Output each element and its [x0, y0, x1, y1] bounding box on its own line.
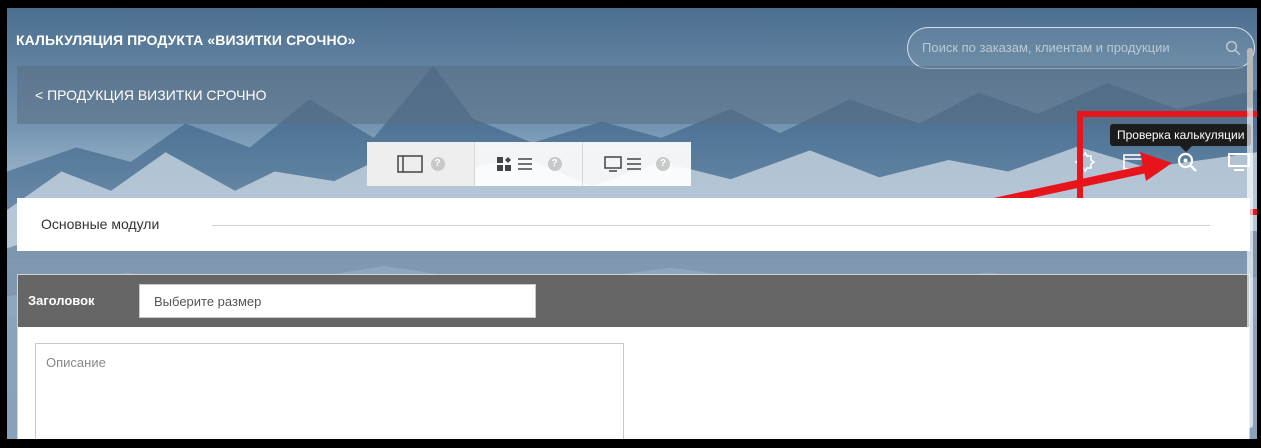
- grid-list-icon: [496, 157, 532, 171]
- section-title: Основные модули: [41, 216, 160, 232]
- help-icon[interactable]: ?: [547, 157, 562, 171]
- description-field[interactable]: Описание: [35, 343, 624, 439]
- section-divider: [212, 225, 1210, 226]
- global-search[interactable]: Поиск по заказам, клиентам и продукции: [907, 27, 1255, 69]
- scrollbar-thumb[interactable]: [1247, 48, 1253, 108]
- size-select[interactable]: Выберите размер: [139, 284, 536, 318]
- view-grid-list-button[interactable]: ?: [475, 142, 583, 186]
- monitor-list-icon: [604, 156, 641, 172]
- breadcrumb-bar: < ПРОДУКЦИЯ ВИЗИТКИ СРОЧНО: [17, 66, 1250, 124]
- view-switcher: ? ? ?: [367, 142, 691, 186]
- screenshot-frame: КАЛЬКУЛЯЦИЯ ПРОДУКТА «ВИЗИТКИ СРОЧНО» По…: [0, 0, 1261, 448]
- page-title: КАЛЬКУЛЯЦИЯ ПРОДУКТА «ВИЗИТКИ СРОЧНО»: [16, 32, 356, 48]
- help-icon[interactable]: ?: [430, 157, 445, 171]
- breadcrumb-link-products[interactable]: < ПРОДУКЦИЯ ВИЗИТКИ СРОЧНО: [35, 87, 266, 103]
- help-icon[interactable]: ?: [656, 157, 670, 171]
- section-main-modules: Основные модули: [17, 198, 1250, 251]
- search-icon[interactable]: [1224, 39, 1242, 57]
- single-panel-icon: [396, 155, 423, 173]
- view-monitor-list-button[interactable]: ?: [583, 142, 691, 186]
- view-single-button[interactable]: ?: [367, 142, 475, 186]
- panel-header-label: Заголовок: [28, 293, 95, 308]
- search-placeholder: Поиск по заказам, клиентам и продукции: [922, 40, 1170, 55]
- module-panel: Заголовок Выберите размер Описание: [17, 274, 1250, 439]
- panel-header: Заголовок Выберите размер: [18, 275, 1249, 327]
